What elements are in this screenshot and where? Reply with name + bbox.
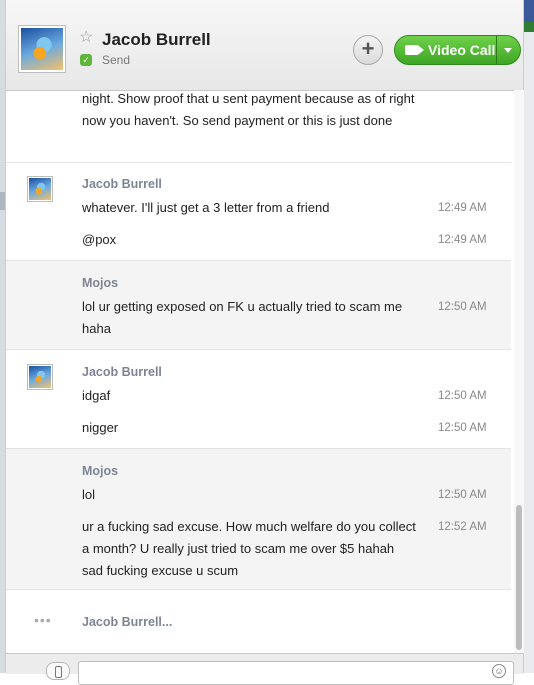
sender-name[interactable]: Jacob Burrell (82, 177, 162, 191)
avatar-image (29, 366, 51, 388)
message-time: 12:49 AM (438, 234, 487, 246)
message-time: 12:52 AM (438, 521, 487, 533)
typing-dots-icon: ••• (34, 612, 52, 628)
message-text: idgaf (82, 388, 111, 403)
message-text: whatever. I'll just get a 3 letter from … (82, 200, 330, 215)
sender-avatar[interactable] (27, 176, 53, 202)
message-group: night. Show proof that u sent payment be… (6, 90, 511, 163)
attach-file-button[interactable] (46, 662, 70, 680)
typing-indicator: ••• Jacob Burrell... (6, 590, 511, 650)
message-time: 12:49 AM (438, 202, 487, 214)
message-text: night. Show proof that u sent payment be… (82, 91, 415, 128)
message-list[interactable]: night. Show proof that u sent payment be… (6, 90, 511, 653)
contact-avatar[interactable] (18, 25, 66, 73)
status-text: Send (102, 53, 131, 67)
video-call-button[interactable]: Video Call (394, 35, 497, 65)
sender-avatar[interactable] (27, 364, 53, 390)
chat-window: ☆ Jacob Burrell ✓ Send + Video Call nigh… (5, 0, 524, 685)
message-group: Jacob Burrell whatever. I'll just get a … (6, 162, 511, 261)
message-text: lol ur getting exposed on FK u actually … (82, 299, 403, 336)
emoji-icon[interactable]: ☺ (492, 664, 506, 678)
composer-bar: ☺ (6, 653, 523, 685)
message-text: ur a fucking sad excuse. How much welfar… (82, 519, 416, 578)
message-time: 12:50 AM (438, 489, 487, 501)
message-group: Mojos lol 12:50 AM ur a fucking sad excu… (6, 449, 511, 590)
avatar-image (21, 28, 63, 70)
video-call-label: Video Call (428, 42, 496, 58)
message-text: @pox (82, 232, 117, 247)
video-camera-icon (405, 45, 419, 55)
sender-name[interactable]: Jacob Burrell (82, 365, 162, 379)
message-time: 12:50 AM (438, 390, 487, 402)
typing-text: Jacob Burrell... (82, 615, 173, 629)
favorite-star-icon[interactable]: ☆ (79, 30, 95, 46)
sender-name[interactable]: Mojos (82, 464, 118, 478)
message-group: Mojos lol ur getting exposed on FK u act… (6, 261, 511, 350)
sender-name[interactable]: Mojos (82, 276, 118, 290)
contact-name[interactable]: Jacob Burrell (102, 30, 211, 50)
scrollbar-thumb[interactable] (516, 505, 522, 650)
message-text: lol (82, 487, 96, 502)
message-time: 12:50 AM (438, 301, 487, 313)
message-input[interactable] (78, 661, 514, 685)
message-text: nigger (82, 420, 119, 435)
chat-header: ☆ Jacob Burrell ✓ Send + Video Call (6, 0, 523, 91)
online-status-icon: ✓ (80, 54, 92, 66)
avatar-image (29, 178, 51, 200)
call-options-dropdown[interactable] (496, 35, 521, 65)
message-group: Jacob Burrell idgaf 12:50 AM nigger 12:5… (6, 350, 511, 449)
add-button[interactable]: + (353, 35, 383, 65)
scrollbar[interactable] (514, 90, 524, 653)
message-time: 12:50 AM (438, 422, 487, 434)
